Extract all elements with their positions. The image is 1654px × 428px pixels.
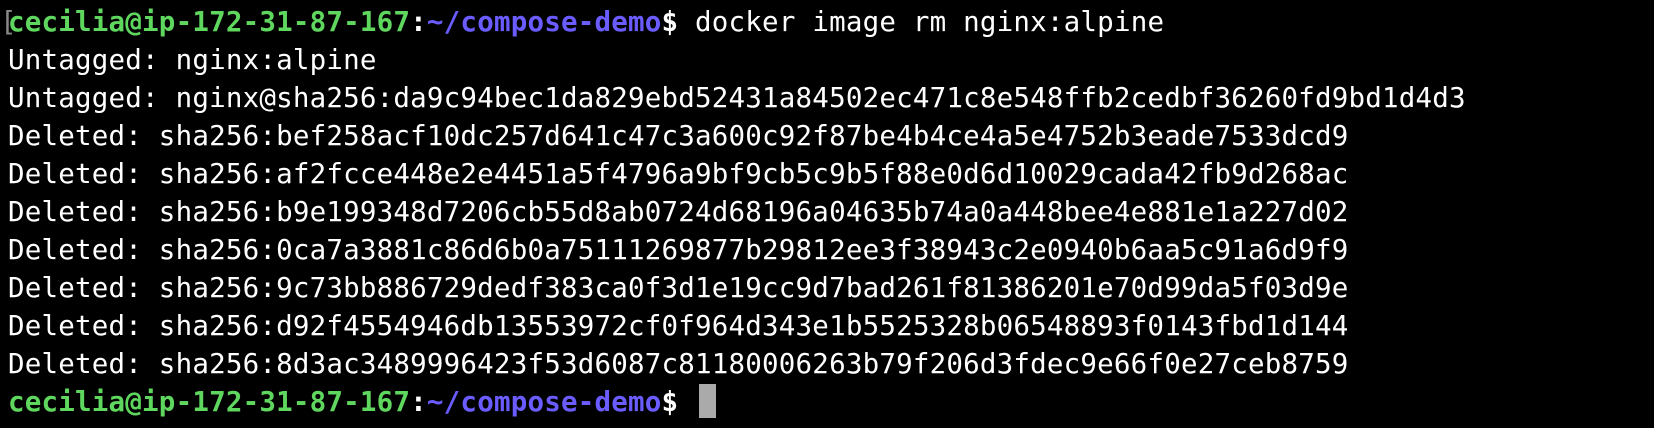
prompt-symbol: $ <box>661 386 696 418</box>
output-line: Deleted: sha256:0ca7a3881c86d6b0a7511126… <box>8 234 1349 266</box>
output-line: Deleted: sha256:d92f4554946db13553972cf0… <box>8 310 1349 342</box>
command-text: docker image rm nginx:alpine <box>695 6 1165 38</box>
prompt-separator: : <box>410 386 427 418</box>
output-line: Deleted: sha256:8d3ac3489996423f53d6087c… <box>8 348 1349 380</box>
prompt-separator: : <box>410 6 427 38</box>
selection-bracket-marker: [ <box>0 6 17 38</box>
prompt-user-host: cecilia@ip-172-31-87-167 <box>8 386 411 418</box>
command-line: [cecilia@ip-172-31-87-167:~/compose-demo… <box>0 3 1654 41</box>
prompt-symbol: $ <box>661 6 696 38</box>
prompt-path: ~/compose-demo <box>426 6 662 38</box>
output-line: Deleted: sha256:af2fcce448e2e4451a5f4796… <box>8 158 1349 190</box>
output-line: Deleted: sha256:bef258acf10dc257d641c47c… <box>8 120 1349 152</box>
output-line: Untagged: nginx:alpine <box>8 44 377 76</box>
terminal-window[interactable]: [cecilia@ip-172-31-87-167:~/compose-demo… <box>0 0 1654 428</box>
text-cursor[interactable] <box>699 384 717 418</box>
output-line: Deleted: sha256:b9e199348d7206cb55d8ab07… <box>8 196 1349 228</box>
output-line: Deleted: sha256:9c73bb886729dedf383ca0f3… <box>8 272 1349 304</box>
prompt-path: ~/compose-demo <box>426 386 662 418</box>
prompt-user-host: cecilia@ip-172-31-87-167 <box>8 6 411 38</box>
active-prompt-line[interactable]: cecilia@ip-172-31-87-167:~/compose-demo$ <box>8 383 1654 421</box>
output-line: Untagged: nginx@sha256:da9c94bec1da829eb… <box>8 82 1466 114</box>
